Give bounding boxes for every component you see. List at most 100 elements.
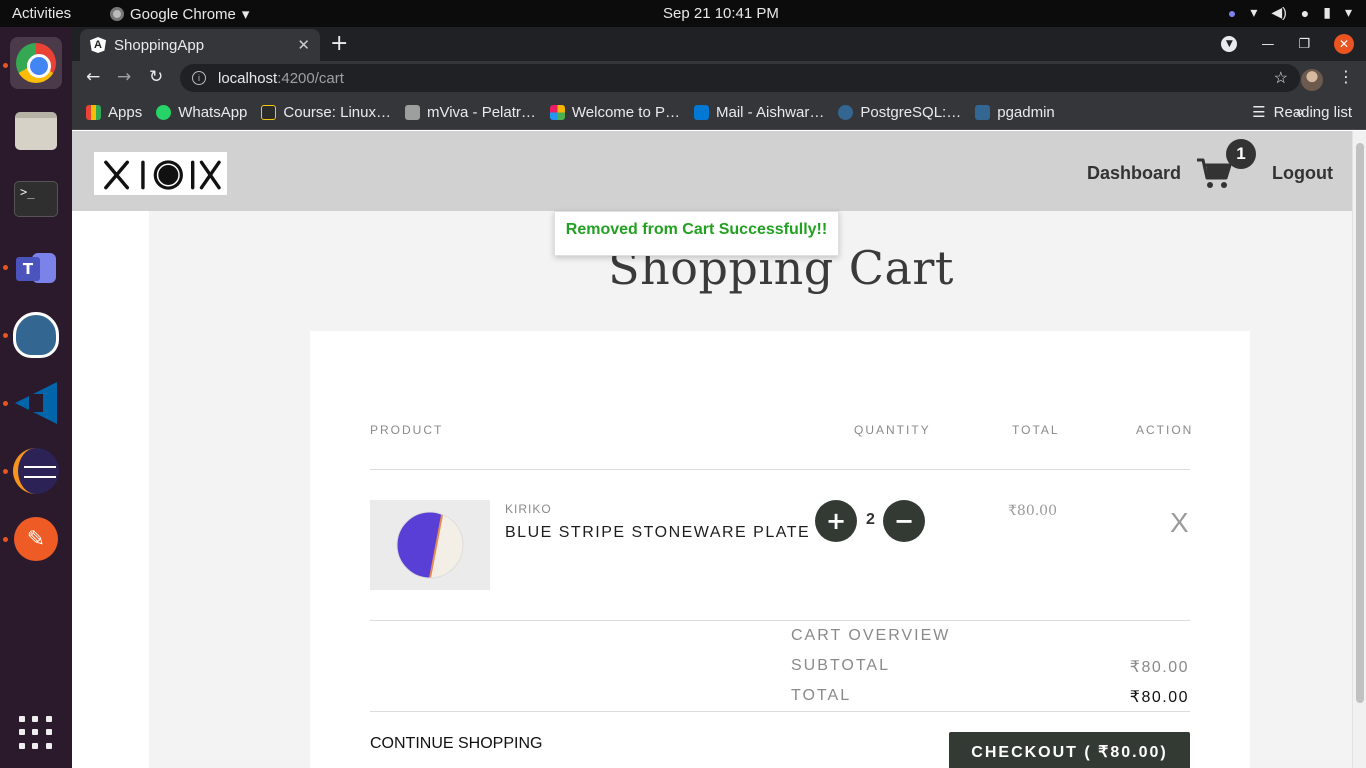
dock-pgadmin[interactable]	[10, 309, 62, 361]
chrome-menu-icon[interactable]: ⋮	[1338, 67, 1354, 86]
bookmark-label: Apps	[108, 103, 143, 121]
dock-terminal[interactable]: >_	[10, 173, 62, 225]
microphone-icon[interactable]: ●	[1301, 5, 1309, 21]
bookmark-whatsapp[interactable]: WhatsApp	[156, 104, 247, 121]
info-icon[interactable]: i	[192, 71, 206, 85]
product-name[interactable]: BLUE STRIPE STONEWARE PLATE	[505, 524, 810, 542]
bookmark-postgresql[interactable]: PostgreSQL:…	[838, 104, 961, 121]
page-scrollbar[interactable]	[1352, 131, 1366, 768]
total-label: TOTAL	[791, 687, 852, 704]
checkout-button[interactable]: CHECKOUT ( ₹80.00)	[949, 732, 1190, 768]
bookmark-label: pgadmin	[997, 103, 1055, 121]
url-path: :4200/cart	[277, 69, 344, 87]
apps-grid-icon	[86, 104, 101, 120]
chrome-icon	[110, 7, 124, 21]
bookmark-welcome[interactable]: Welcome to P…	[549, 103, 680, 121]
bookmark-course[interactable]: Course: Linux…	[261, 104, 391, 121]
dock-postman[interactable]: ✎	[10, 513, 62, 565]
dock-files[interactable]	[10, 105, 62, 157]
bookmark-label: Mail - Aishwar…	[715, 103, 825, 121]
reading-list-button[interactable]: ☰ Reading list	[1252, 103, 1352, 122]
bookmarks-bar: Apps WhatsApp Course: Linux… mViva - Pel…	[72, 95, 1366, 130]
dock-chrome[interactable]	[10, 37, 62, 89]
window-controls: ▼ — ❐ ✕	[1221, 34, 1354, 54]
dock-vscode[interactable]	[10, 377, 62, 429]
bookmark-label: mViva - Pelatr…	[426, 103, 536, 121]
vscode-icon	[15, 382, 57, 424]
teams-tray-icon[interactable]: ●	[1228, 5, 1236, 21]
logout-link[interactable]: Logout	[1272, 163, 1333, 184]
dock-eclipse[interactable]	[10, 445, 62, 497]
bookmark-label: Welcome to P…	[571, 103, 680, 121]
app-menu-label: Google Chrome	[130, 5, 236, 23]
bookmark-star-icon[interactable]: ☆	[1274, 68, 1288, 88]
plate-icon	[396, 511, 464, 579]
column-header-action: ACTION	[1136, 423, 1194, 437]
chevron-down-icon[interactable]: ▾	[1345, 4, 1352, 21]
pgadmin-icon	[975, 104, 991, 120]
bookmark-mail[interactable]: Mail - Aishwar…	[693, 103, 825, 121]
angular-favicon-icon: A	[90, 37, 106, 53]
show-applications-button[interactable]	[10, 707, 62, 759]
reading-list-icon: ☰	[1252, 104, 1266, 121]
running-indicator	[3, 63, 8, 68]
total-value: ₹80.00	[1129, 689, 1189, 706]
running-indicator	[3, 537, 8, 542]
running-indicator	[3, 265, 8, 270]
outlook-icon	[693, 104, 709, 120]
close-window-button[interactable]: ✕	[1334, 34, 1354, 54]
battery-icon[interactable]: ▮	[1323, 4, 1331, 21]
whatsapp-icon	[156, 104, 172, 120]
divider	[370, 469, 1190, 470]
cart-overview-title: CART OVERVIEW	[791, 627, 951, 644]
restore-button[interactable]: ❐	[1298, 37, 1310, 52]
column-header-quantity: QUANTITY	[854, 423, 931, 437]
new-tab-button[interactable]: +	[330, 31, 348, 56]
continue-shopping-link[interactable]: CONTINUE SHOPPING	[370, 735, 542, 753]
system-top-bar: Activities Google Chrome ▾ Sep 21 10:41 …	[0, 0, 1366, 27]
tab-close-icon[interactable]: ✕	[297, 36, 310, 54]
address-bar[interactable]: i localhost:4200/cart ☆	[180, 64, 1300, 92]
cart-icon[interactable]	[1196, 157, 1232, 193]
bookmark-pgadmin[interactable]: pgadmin	[975, 104, 1055, 121]
forward-button[interactable]: →	[117, 67, 131, 87]
dock: >_ T ✎	[0, 27, 72, 768]
bookmark-mviva[interactable]: mViva - Pelatr…	[404, 103, 536, 121]
url-host: localhost	[218, 69, 278, 87]
site-header: Dashboard 1 Logout	[72, 131, 1352, 211]
activities-button[interactable]: Activities	[12, 5, 71, 22]
site-logo[interactable]	[94, 152, 227, 195]
decrease-quantity-button[interactable]: −	[883, 500, 925, 542]
tab-shoppingapp[interactable]: A ShoppingApp ✕	[80, 29, 320, 61]
app-grid-icon	[19, 716, 53, 750]
reading-list-label: Reading list	[1273, 103, 1352, 121]
wifi-icon[interactable]: ▾	[1250, 4, 1257, 21]
subtotal-label: SUBTOTAL	[791, 657, 890, 674]
dock-teams[interactable]: T	[10, 241, 62, 293]
increase-quantity-button[interactable]: +	[815, 500, 857, 542]
clock[interactable]: Sep 21 10:41 PM	[663, 5, 779, 22]
volume-icon[interactable]: ◀)	[1271, 4, 1286, 21]
reload-button[interactable]: ↻	[149, 67, 163, 87]
chevron-down-icon: ▾	[241, 6, 250, 23]
running-indicator	[3, 401, 8, 406]
system-tray[interactable]: ● ▾ ◀) ● ▮ ▾	[1228, 4, 1352, 21]
bookmark-label: WhatsApp	[178, 103, 248, 121]
minimize-button[interactable]: —	[1261, 37, 1274, 52]
tab-title: ShoppingApp	[114, 36, 205, 54]
remove-item-button[interactable]: X	[1170, 507, 1189, 539]
divider	[370, 620, 1190, 621]
scrollbar-thumb[interactable]	[1356, 143, 1364, 703]
profile-avatar[interactable]	[1301, 69, 1323, 91]
column-header-total: TOTAL	[1012, 423, 1060, 437]
tab-search-icon[interactable]: ▼	[1221, 36, 1238, 52]
product-image[interactable]	[370, 500, 490, 590]
chrome-icon	[16, 43, 56, 83]
bookmark-apps[interactable]: Apps	[86, 104, 142, 121]
back-button[interactable]: ←	[86, 67, 100, 87]
running-indicator	[3, 333, 8, 338]
divider	[370, 711, 1190, 712]
app-menu[interactable]: Google Chrome ▾	[110, 5, 249, 23]
dashboard-link[interactable]: Dashboard	[1087, 163, 1181, 184]
postman-icon: ✎	[14, 517, 58, 561]
